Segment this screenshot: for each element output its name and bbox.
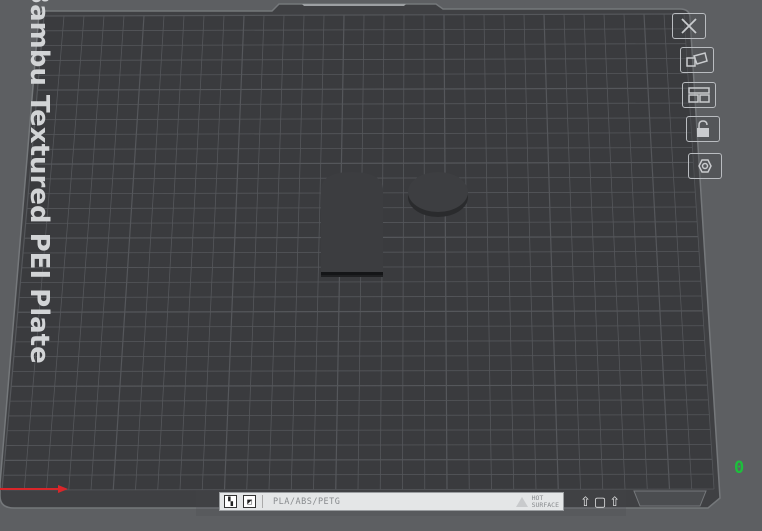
- upload-icon: ⇧: [580, 494, 591, 510]
- build-plate-scene[interactable]: [0, 0, 762, 531]
- hot-surface-text: HOT SURFACE: [531, 493, 559, 509]
- warning-icon: [515, 496, 528, 507]
- plate-settings-button[interactable]: [688, 153, 722, 179]
- plate-handle: [633, 490, 707, 507]
- close-plate-button[interactable]: [672, 13, 706, 39]
- plate-info-strip: ▚ ◩ PLA/ABS/PETG HOT SURFACE: [219, 492, 564, 511]
- 3d-viewport[interactable]: Bambu Textured PEI Plate ▚ ◩ PLA/ABS/PET…: [0, 0, 762, 531]
- strip-divider: [262, 495, 263, 508]
- auto-orient-button[interactable]: [680, 47, 714, 73]
- settings-hex-icon: [698, 159, 712, 173]
- axis-origin-label: 0: [734, 458, 745, 478]
- x-icon: [681, 18, 697, 34]
- plate-bottom-icons: ⇧ ▢ ⇧: [580, 494, 628, 510]
- qr-icon: ▚: [224, 495, 237, 508]
- model-object-arch[interactable]: [321, 172, 383, 277]
- model-object-disc[interactable]: [408, 172, 468, 217]
- plate-type-icon: ◩: [243, 495, 256, 508]
- lock-icon: [697, 120, 709, 137]
- plate-notch: [302, 4, 406, 6]
- plate-name-label: Bambu Textured PEI Plate: [24, 0, 54, 364]
- trash-icon: ⇧: [609, 494, 621, 510]
- hot-surface-warning: HOT SURFACE: [515, 493, 559, 509]
- arrange-button[interactable]: [682, 82, 716, 108]
- arrange-icon: [688, 87, 710, 103]
- lock-plate-button[interactable]: [686, 116, 720, 142]
- filament-types-label: PLA/ABS/PETG: [273, 496, 341, 507]
- orient-icon: [686, 52, 708, 67]
- plate-square-icon: ▢: [593, 494, 607, 510]
